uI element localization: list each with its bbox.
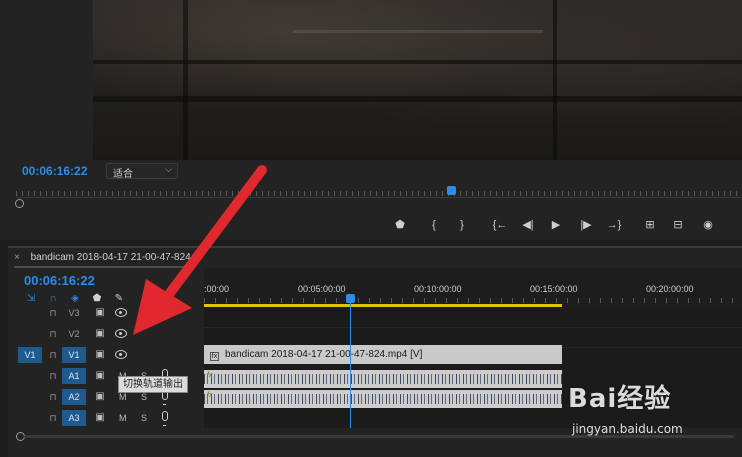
program-monitor: 00:06:16:22 适合 ⌵ ⬟ {} {← ◀| ▶ |▶ →} ⊞ ⊟ ◉ [0,0,742,240]
audio-fx-badge: fx [207,372,213,379]
sequence-tab[interactable]: × bandicam 2018-04-17 21-00-47-824 [14,252,194,268]
toggle-output-eye-icon[interactable] [115,350,127,359]
monitor-time-ruler[interactable] [16,186,742,198]
ruler-timecode-label: 00:20:00:00 [646,284,694,294]
lock-icon[interactable]: ⊓ [48,348,58,362]
ruler-timecode-label: :00:00 [204,284,230,294]
transport-controls: ⬟ {} {← ◀| ▶ |▶ →} ⊞ ⊟ ◉ [390,215,720,235]
step-back-button[interactable]: ◀| [518,215,538,235]
track-header-v3: ⊓ V3 ▣ [8,303,204,323]
track-target-v1[interactable]: V1 [62,347,86,363]
zoom-scroll-handle[interactable] [15,199,24,208]
mute-button[interactable]: M [119,410,127,426]
lift-button[interactable]: ⊞ [640,215,660,235]
track-headers: ⊓V3▣⊓V2▣V1⊓V1▣⊓A1▣MS⊓A2▣MS⊓A3▣MS [8,307,204,428]
timeline-timecode[interactable]: 00:06:16:22 [24,273,95,288]
add-marker-button[interactable]: ⬟ [390,215,410,235]
play-button[interactable]: ▶ [546,215,566,235]
source-patch-v1[interactable]: V1 [18,347,42,363]
sync-lock-icon[interactable]: ▣ [94,391,106,402]
ruler-timecode-label: 00:10:00:00 [414,284,462,294]
extract-button[interactable]: ⊟ [668,215,688,235]
track-header-a3: ⊓ A3 ▣ M S [8,408,204,428]
solo-button[interactable]: S [141,410,147,426]
fx-badge-icon: fx [210,352,219,361]
track-target-v2[interactable]: V2 [62,326,86,342]
close-icon[interactable]: × [14,252,20,263]
work-area-bar[interactable] [204,304,562,307]
sync-lock-icon[interactable]: ▣ [94,412,106,423]
playhead-timecode[interactable]: 00:06:16:22 [22,164,87,178]
go-to-out-button[interactable]: →} [604,215,624,235]
video-preview [93,0,742,160]
zoom-fit-select[interactable]: 适合 ⌵ [106,163,178,180]
timeline-playhead-line [350,303,351,428]
baidu-watermark: Bai经验 jingyan.baidu.com [568,378,738,448]
video-clip[interactable]: fx bandicam 2018-04-17 21-00-47-824.mp4 [… [204,345,562,364]
toggle-track-output-tooltip: 切换轨道输出 [118,376,188,393]
audio-clip-a1[interactable]: fx [204,370,562,388]
sync-lock-icon[interactable]: ▣ [94,370,106,381]
export-frame-button[interactable]: ◉ [698,215,718,235]
ruler-timecode-label: 00:15:00:00 [530,284,578,294]
watermark-url: jingyan.baidu.com [572,422,683,436]
watermark-brand: Bai经验 [568,384,672,414]
track-target-v3[interactable]: V3 [62,305,86,321]
go-to-in-button[interactable]: {← [490,215,510,235]
lock-icon[interactable]: ⊓ [48,327,58,341]
track-target-a2[interactable]: A2 [62,389,86,405]
lock-icon[interactable]: ⊓ [48,369,58,383]
step-forward-button[interactable]: |▶ [576,215,596,235]
sync-lock-icon[interactable]: ▣ [94,307,106,318]
track-target-a3[interactable]: A3 [62,410,86,426]
monitor-playhead[interactable] [447,186,456,195]
toggle-output-eye-icon[interactable] [115,329,127,338]
sync-lock-icon[interactable]: ▣ [94,349,106,360]
track-header-v2: ⊓ V2 ▣ [8,324,204,344]
sync-lock-icon[interactable]: ▣ [94,328,106,339]
zoom-fit-value: 适合 [113,169,133,180]
clip-label: bandicam 2018-04-17 21-00-47-824.mp4 [V] [225,349,423,360]
track-target-a1[interactable]: A1 [62,368,86,384]
timeline-playhead-handle[interactable] [346,294,355,303]
mark-out-button[interactable]: } [452,215,472,235]
lock-icon[interactable]: ⊓ [48,390,58,404]
chevron-down-icon: ⌵ [165,165,172,175]
lock-icon[interactable]: ⊓ [48,306,58,320]
toggle-output-eye-icon[interactable] [115,308,127,317]
mark-in-button[interactable]: { [424,215,444,235]
lock-icon[interactable]: ⊓ [48,411,58,425]
ruler-timecode-label: 00:05:00:00 [298,284,346,294]
voiceover-mic-icon[interactable] [162,411,168,426]
track-lane-v3[interactable] [204,308,742,328]
sequence-name: bandicam 2018-04-17 21-00-47-824 [30,252,191,263]
audio-clip-a2[interactable]: fx [204,390,562,408]
track-header-v1: V1 ⊓ V1 ▣ [8,345,204,365]
audio-fx-badge: fx [207,392,213,399]
